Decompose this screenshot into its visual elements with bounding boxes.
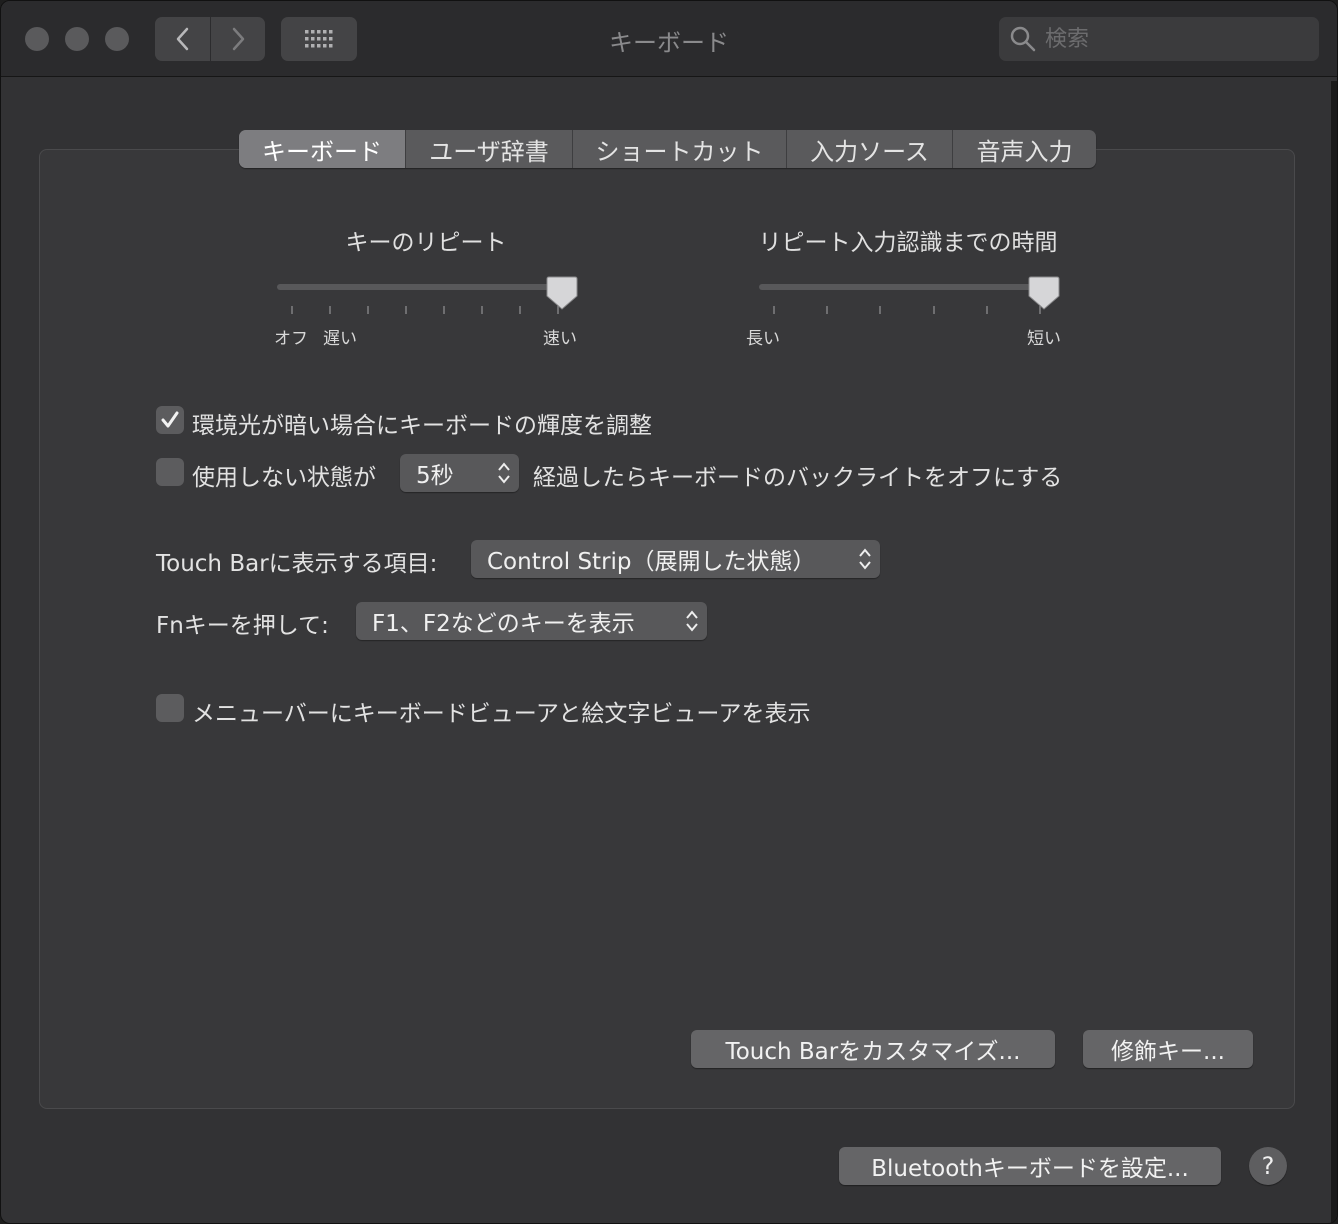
- show-viewers-checkbox[interactable]: [156, 694, 184, 722]
- repeat-delay-tick: [879, 306, 881, 314]
- key-repeat-label-slow: 遅い: [323, 329, 357, 349]
- search-field[interactable]: [999, 17, 1319, 61]
- show-viewers-label: メニューバーにキーボードビューアと絵文字ビューアを表示: [192, 701, 811, 727]
- key-repeat-tick: [443, 306, 445, 314]
- key-repeat-tick: [481, 306, 483, 314]
- adjust-brightness-label: 環境光が暗い場合にキーボードの輝度を調整: [192, 413, 652, 439]
- tab-user-dictionary[interactable]: ユーザ辞書: [406, 130, 573, 168]
- up-down-chevron-icon: [850, 546, 880, 572]
- repeat-delay-tick: [986, 306, 988, 314]
- fn-key-value: F1、F2などのキーを表示: [372, 611, 635, 637]
- fn-key-label: Fnキーを押して:: [156, 613, 329, 639]
- repeat-delay-tick: [773, 306, 775, 314]
- setup-bluetooth-keyboard-button[interactable]: Bluetoothキーボードを設定...: [839, 1147, 1221, 1185]
- window-edge: [1331, 81, 1337, 1223]
- backlight-off-label-before: 使用しない状態が: [192, 465, 376, 491]
- search-input[interactable]: [1045, 26, 1305, 52]
- repeat-delay-label-long: 長い: [746, 329, 780, 349]
- key-repeat-slider-track[interactable]: [277, 284, 567, 290]
- key-repeat-slider-thumb[interactable]: [546, 276, 578, 310]
- tab-input-sources[interactable]: 入力ソース: [787, 130, 953, 168]
- modifier-keys-button[interactable]: 修飾キー...: [1083, 1030, 1253, 1068]
- repeat-delay-tick: [933, 306, 935, 314]
- key-repeat-label-fast: 速い: [543, 329, 577, 349]
- touchbar-shows-label: Touch Barに表示する項目:: [156, 551, 438, 577]
- customize-touchbar-button[interactable]: Touch Barをカスタマイズ...: [691, 1030, 1055, 1068]
- search-icon: [1010, 26, 1036, 52]
- up-down-chevron-icon: [677, 608, 707, 634]
- adjust-brightness-checkbox[interactable]: [156, 406, 184, 434]
- key-repeat-tick: [291, 306, 293, 314]
- repeat-delay-title: リピート入力認識までの時間: [758, 230, 1058, 256]
- repeat-delay-slider-thumb[interactable]: [1028, 276, 1060, 310]
- key-repeat-tick: [367, 306, 369, 314]
- key-repeat-tick: [329, 306, 331, 314]
- up-down-chevron-icon: [489, 460, 519, 486]
- repeat-delay-slider-track[interactable]: [759, 284, 1049, 290]
- backlight-timeout-value: 5秒: [416, 463, 454, 489]
- backlight-off-label-after: 経過したらキーボードのバックライトをオフにする: [533, 465, 1063, 491]
- fn-key-popup[interactable]: F1、F2などのキーを表示: [356, 602, 707, 640]
- tab-dictation[interactable]: 音声入力: [953, 130, 1096, 168]
- checkmark-icon: [161, 411, 179, 428]
- backlight-off-checkbox[interactable]: [156, 458, 184, 486]
- key-repeat-title: キーのリピート: [345, 230, 507, 256]
- repeat-delay-tick: [826, 306, 828, 314]
- touchbar-shows-value: Control Strip（展開した状態）: [487, 549, 816, 575]
- touchbar-shows-popup[interactable]: Control Strip（展開した状態）: [471, 540, 880, 578]
- repeat-delay-label-short: 短い: [1027, 329, 1061, 349]
- help-button[interactable]: ?: [1249, 1147, 1287, 1185]
- system-preferences-window: キーボード キーボード ユーザ辞書 ショートカット 入力ソース 音声入力 キーの…: [0, 0, 1338, 1224]
- tab-bar: キーボード ユーザ辞書 ショートカット 入力ソース 音声入力: [239, 130, 1096, 168]
- key-repeat-tick: [519, 306, 521, 314]
- title-bar: キーボード: [1, 1, 1337, 77]
- key-repeat-tick: [405, 306, 407, 314]
- tab-shortcuts[interactable]: ショートカット: [573, 130, 787, 168]
- tab-keyboard[interactable]: キーボード: [239, 130, 406, 168]
- key-repeat-label-off: オフ: [274, 329, 308, 349]
- backlight-timeout-popup[interactable]: 5秒: [400, 454, 519, 492]
